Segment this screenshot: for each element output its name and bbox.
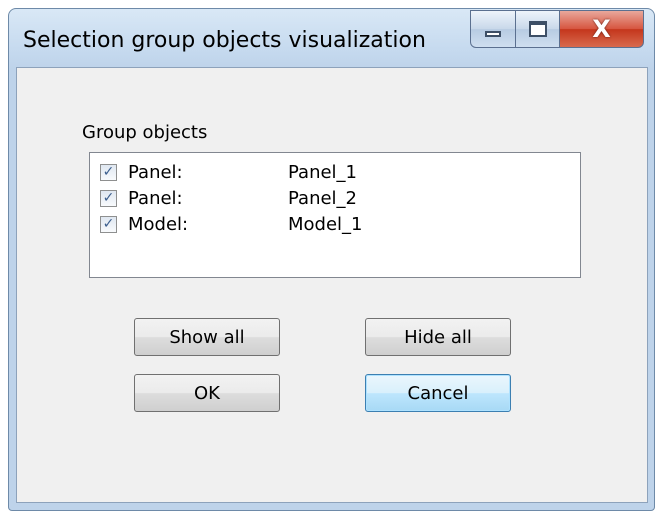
dialog-window: Selection group objects visualization X …	[8, 8, 655, 511]
close-icon: X	[592, 15, 611, 43]
dialog-client-area: Group objects ✓ Panel: Panel_1 ✓ Panel: …	[16, 67, 648, 503]
list-item[interactable]: ✓ Model: Model_1	[100, 211, 363, 237]
window-title: Selection group objects visualization	[23, 28, 426, 53]
checkmark-icon: ✓	[102, 216, 115, 232]
item-type: Panel:	[128, 161, 183, 183]
caption-buttons: X	[470, 10, 644, 48]
maximize-button[interactable]	[516, 10, 560, 48]
item-name: Panel_1	[288, 161, 358, 183]
item-checkbox[interactable]: ✓	[100, 215, 117, 233]
group-objects-list[interactable]: ✓ Panel: Panel_1 ✓ Panel: Panel_2 ✓ Mode…	[89, 152, 581, 278]
cancel-button[interactable]: Cancel	[365, 374, 511, 412]
item-name: Panel_2	[288, 187, 358, 209]
minimize-button[interactable]	[470, 10, 516, 48]
item-type: Panel:	[128, 187, 183, 209]
group-objects-label: Group objects	[82, 122, 208, 143]
item-type: Model:	[128, 213, 189, 235]
close-button[interactable]: X	[560, 10, 644, 48]
item-checkbox[interactable]: ✓	[100, 189, 117, 207]
item-name: Model_1	[288, 213, 363, 235]
ok-button[interactable]: OK	[134, 374, 280, 412]
minimize-icon	[485, 31, 501, 37]
list-item[interactable]: ✓ Panel: Panel_1	[100, 159, 357, 185]
maximize-icon	[528, 21, 547, 37]
item-checkbox[interactable]: ✓	[100, 163, 117, 181]
title-bar[interactable]: Selection group objects visualization X	[9, 9, 654, 67]
checkmark-icon: ✓	[102, 164, 115, 180]
show-all-button[interactable]: Show all	[134, 318, 280, 356]
hide-all-button[interactable]: Hide all	[365, 318, 511, 356]
checkmark-icon: ✓	[102, 190, 115, 206]
list-item[interactable]: ✓ Panel: Panel_2	[100, 185, 357, 211]
